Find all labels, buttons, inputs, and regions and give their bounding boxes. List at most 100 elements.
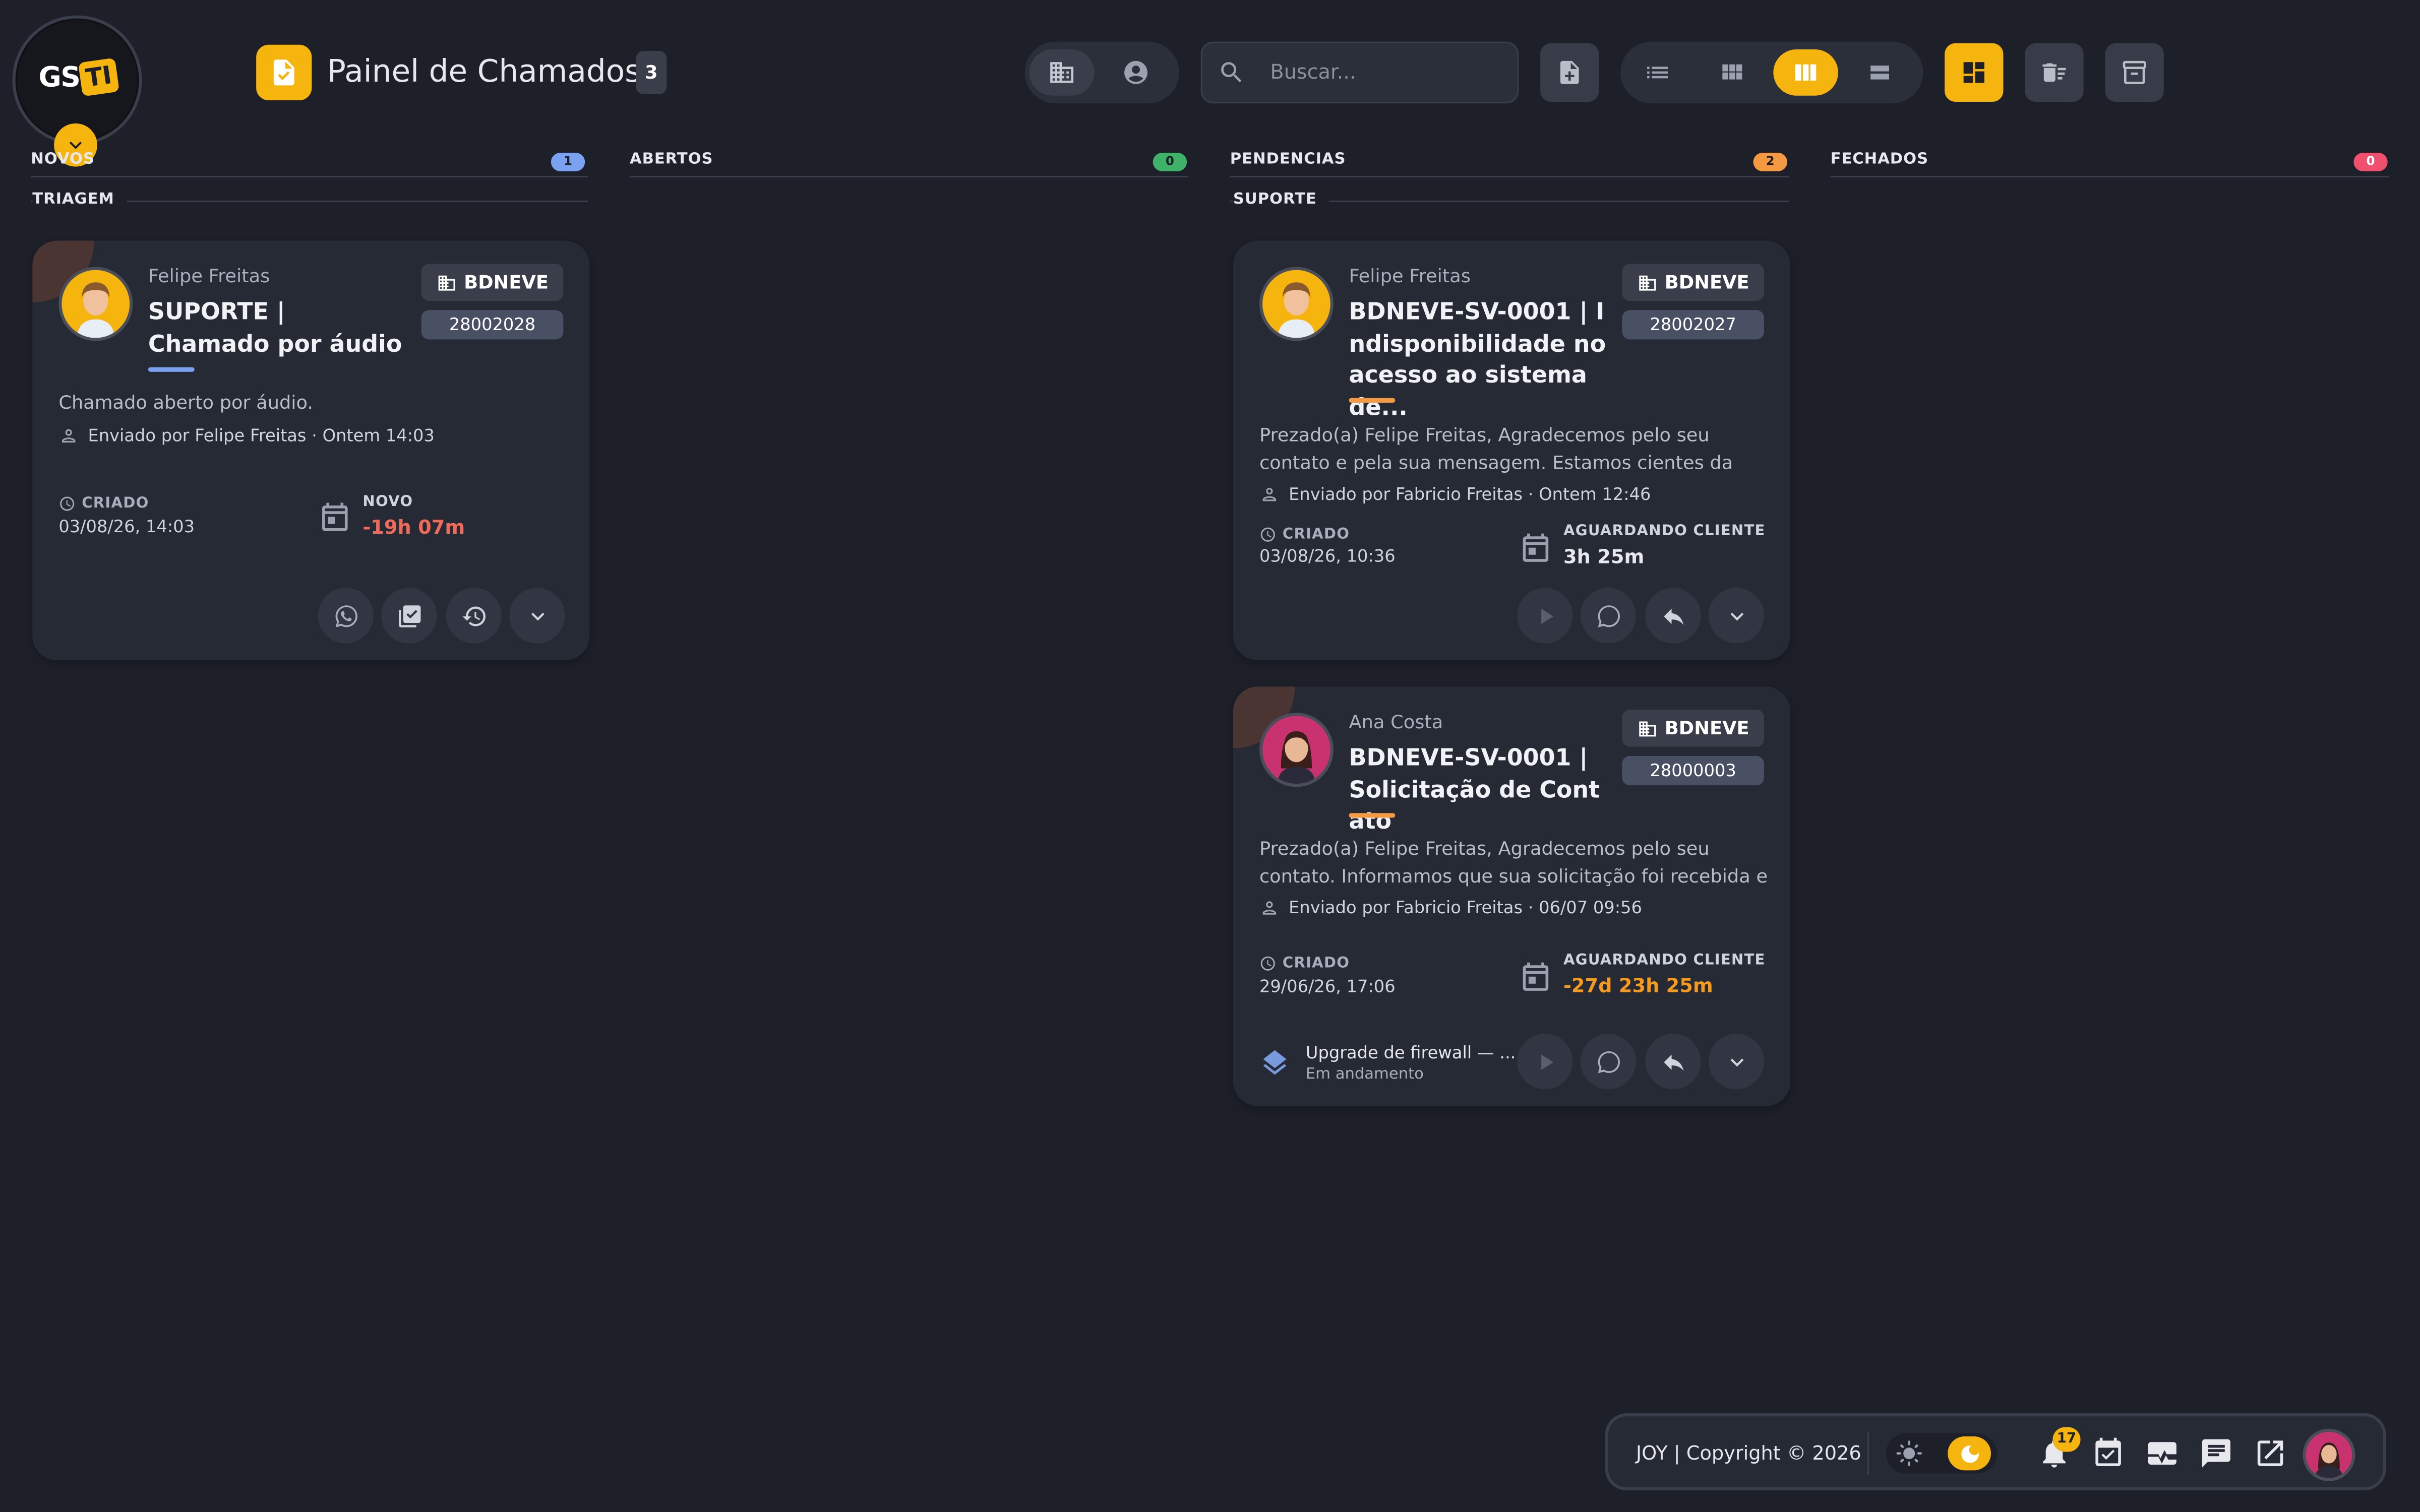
title-underline — [1349, 813, 1396, 818]
sender-text: Enviado por Fabricio Freitas · Ontem 12:… — [1289, 484, 1651, 505]
search-input[interactable] — [1267, 59, 1505, 86]
ticket-title[interactable]: BDNEVE-SV-0001 | Indisponibilidade no ac… — [1349, 296, 1608, 423]
column-count-pendencias: 2 — [1753, 153, 1787, 171]
start-button[interactable] — [1517, 588, 1573, 644]
expand-button[interactable] — [1708, 588, 1764, 644]
project-name: Upgrade de firewall — ... — [1305, 1043, 1516, 1063]
created-label: CRIADO — [1259, 955, 1350, 972]
sender-line: Enviado por Felipe Freitas · Ontem 14:03 — [58, 426, 435, 446]
whatsapp-button[interactable] — [1580, 588, 1636, 644]
ticket-code[interactable]: 28002028 — [421, 310, 564, 340]
scope-company-button[interactable] — [1029, 49, 1095, 96]
avatar — [1259, 267, 1334, 341]
status-time: 3h 25m — [1563, 544, 1645, 568]
calendar-icon — [1523, 962, 1549, 991]
start-button[interactable] — [1517, 1034, 1573, 1090]
status-time: -27d 23h 25m — [1563, 973, 1713, 997]
clock-icon — [60, 496, 75, 511]
calendar-icon — [322, 502, 348, 531]
person-icon — [1262, 901, 1277, 915]
footer-bar: JOY | Copyright © 2026 17 — [1605, 1413, 2386, 1491]
chevron-down-icon — [1729, 1057, 1743, 1066]
company-tag[interactable]: BDNEVE — [1622, 710, 1764, 747]
requester-name: Ana Costa — [1349, 711, 1443, 733]
scope-toggle — [1024, 41, 1179, 104]
list-view-icon — [1647, 67, 1668, 79]
scope-user-button[interactable] — [1104, 49, 1169, 96]
sender-line: Enviado por Fabricio Freitas · Ontem 12:… — [1259, 484, 1651, 505]
column-divider — [1230, 175, 1789, 178]
whatsapp-icon — [1597, 604, 1619, 627]
company-name: BDNEVE — [1664, 271, 1749, 293]
open-external-icon[interactable] — [2253, 1436, 2287, 1470]
reply-button[interactable] — [1645, 1034, 1701, 1090]
linked-project[interactable]: Upgrade de firewall — ... Em andamento — [1259, 1043, 1516, 1083]
view-mode-toggle — [1620, 41, 1923, 104]
view-kanban-button[interactable] — [1773, 49, 1838, 96]
sun-icon[interactable] — [1895, 1439, 1923, 1467]
view-grid-button[interactable] — [1699, 49, 1764, 96]
history-button[interactable] — [446, 588, 502, 644]
chat-icon[interactable] — [2199, 1436, 2233, 1470]
kanban-view-icon — [1795, 64, 1817, 81]
ticket-count-badge: 3 — [636, 51, 667, 94]
view-list-button[interactable] — [1625, 49, 1690, 96]
add-file-icon — [1560, 60, 1579, 84]
ticket-card[interactable]: Felipe Freitas BDNEVE-SV-0001 | Indispon… — [1233, 240, 1791, 661]
ticket-code[interactable]: 28002027 — [1622, 310, 1764, 340]
archive-button[interactable] — [2105, 43, 2164, 102]
history-icon — [461, 605, 485, 625]
ticket-message: Chamado aberto por áudio. — [58, 392, 314, 414]
monitor-heart-icon[interactable] — [2145, 1436, 2179, 1470]
footer-divider — [1867, 1431, 1869, 1475]
calendar-icon — [1523, 533, 1549, 562]
calendar-check-icon[interactable] — [2091, 1436, 2125, 1470]
checklist-button[interactable] — [381, 588, 437, 644]
dashboard-button[interactable] — [1945, 43, 2004, 102]
group-label-suporte: SUPORTE — [1233, 191, 1329, 209]
clock-icon — [1260, 527, 1275, 542]
chevron-down-icon — [530, 612, 544, 620]
reply-button[interactable] — [1645, 588, 1701, 644]
ticket-title[interactable]: SUPORTE | Chamado por áudio — [148, 296, 410, 360]
status-label: AGUARDANDO CLIENTE — [1563, 523, 1766, 540]
whatsapp-icon — [1597, 1050, 1619, 1073]
whatsapp-button[interactable] — [1580, 1034, 1636, 1090]
search-box — [1200, 41, 1519, 104]
ticket-card[interactable]: Ana Costa BDNEVE-SV-0001 | Solicitação d… — [1233, 686, 1791, 1106]
theme-toggle[interactable] — [1886, 1433, 1998, 1474]
reply-icon — [1663, 1053, 1683, 1070]
column-divider — [31, 175, 588, 178]
new-ticket-button[interactable] — [1540, 43, 1599, 102]
clock-icon — [1260, 956, 1275, 971]
project-status: Em andamento — [1305, 1066, 1424, 1083]
reply-icon — [1663, 608, 1683, 624]
company-name: BDNEVE — [1664, 717, 1749, 739]
play-icon — [1540, 608, 1553, 623]
ticket-card[interactable]: Felipe Freitas SUPORTE | Chamado por áud… — [32, 240, 590, 661]
view-rows-button[interactable] — [1847, 49, 1912, 96]
moon-icon[interactable] — [1948, 1436, 1991, 1471]
status-label: NOVO — [362, 493, 413, 511]
expand-button[interactable] — [1708, 1034, 1764, 1090]
notification-count-badge: 17 — [2052, 1427, 2081, 1452]
column-count-novos: 1 — [551, 153, 585, 171]
ticket-title[interactable]: BDNEVE-SV-0001 | Solicitação de Contato — [1349, 742, 1608, 837]
logo-text-ti: TI — [78, 57, 119, 97]
delete-sweep-icon — [2042, 63, 2066, 82]
whatsapp-button[interactable] — [318, 588, 374, 644]
title-underline — [1349, 398, 1396, 403]
clear-filters-button[interactable] — [2025, 43, 2084, 102]
ticket-code[interactable]: 28000003 — [1622, 756, 1764, 786]
user-avatar[interactable] — [2303, 1428, 2355, 1481]
logo-text-gs: GS — [38, 61, 81, 94]
column-title-abertos: ABERTOS — [629, 151, 713, 168]
column-divider — [1830, 175, 2389, 178]
avatar — [1259, 713, 1334, 787]
dashboard-icon — [1963, 62, 1984, 83]
company-tag[interactable]: BDNEVE — [421, 264, 564, 301]
company-tag[interactable]: BDNEVE — [1622, 264, 1764, 301]
group-label-triagem: TRIAGEM — [32, 191, 127, 209]
expand-button[interactable] — [509, 588, 565, 644]
building-icon — [438, 275, 455, 290]
